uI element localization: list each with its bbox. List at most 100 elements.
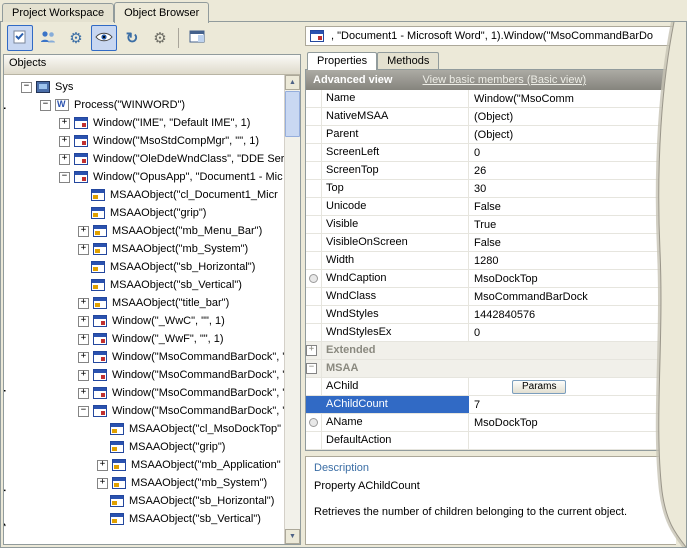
collapse-box-icon[interactable]: − [59,172,70,183]
watch-object-button[interactable] [91,25,117,51]
property-value[interactable]: MsoDockTop [469,414,675,431]
property-value[interactable]: 1280 [469,252,675,269]
collapse-box-icon[interactable]: − [21,82,32,93]
property-value[interactable]: Window("MsoComm [469,90,675,107]
object-path-field[interactable]: , "Document1 - Microsoft Word", 1).Windo… [305,26,676,46]
property-row[interactable]: DefaultAction [306,432,675,450]
property-value[interactable]: MsoCommandBarDock [469,288,675,305]
property-value[interactable]: 7 [469,396,675,413]
scrollbar-thumb[interactable] [285,91,300,137]
tree-scrollbar[interactable]: ▲ ▼ [284,75,300,544]
tree-item[interactable]: +MSAAObject("mb_Application" [19,456,285,474]
property-row[interactable]: ScreenTop26 [306,162,675,180]
tree-item[interactable]: +Window("MsoStdCompMgr", "", 1) [19,132,285,150]
tree-item[interactable]: +Window("_WwF", "", 1) [19,330,285,348]
property-row[interactable]: WndCaptionMsoDockTop [306,270,675,288]
property-value[interactable]: 0 [469,324,675,341]
refresh-button[interactable]: ↻ [119,25,145,51]
expand-box-icon[interactable]: + [78,244,89,255]
tree-item[interactable]: −Window("MsoCommandBarDock", " [19,402,285,420]
params-button[interactable]: Params [512,380,566,394]
tab-methods[interactable]: Methods [377,52,439,69]
property-value[interactable]: (Object) [469,108,675,125]
tree-item[interactable]: +MSAAObject("mb_Menu_Bar") [19,222,285,240]
property-value[interactable]: (Object) [469,126,675,143]
property-value[interactable] [469,432,675,449]
tree-item[interactable]: +Window("MsoCommandBarDock", " [19,384,285,402]
tree-item[interactable]: +MSAAObject("mb_System") [19,474,285,492]
tree-item[interactable]: MSAAObject("sb_Vertical") [19,276,285,294]
tree-item[interactable]: −Sys [19,78,285,96]
property-row[interactable]: NameWindow("MsoComm [306,90,675,108]
collapse-box-icon[interactable]: − [78,406,89,417]
property-row[interactable]: WndClassMsoCommandBarDock [306,288,675,306]
scroll-down-button[interactable]: ▼ [285,529,300,544]
tree-item[interactable]: MSAAObject("grip") [19,204,285,222]
settings-button[interactable]: ⚙ [63,25,89,51]
property-row[interactable]: Top30 [306,180,675,198]
tree-item[interactable]: MSAAObject("sb_Vertical") [19,510,285,528]
property-value[interactable]: True [469,216,675,233]
property-value[interactable]: Params [469,378,675,395]
highlight-objects-button[interactable] [35,25,61,51]
tree-item[interactable]: +MSAAObject("title_bar") [19,294,285,312]
property-row[interactable]: Parent(Object) [306,126,675,144]
property-row[interactable]: NativeMSAA(Object) [306,108,675,126]
property-row[interactable]: VisibleOnScreenFalse [306,234,675,252]
tree-item[interactable]: MSAAObject("cl_MsoDockTop" [19,420,285,438]
scroll-up-button[interactable]: ▲ [285,75,300,90]
tree-item[interactable]: +Window("MsoCommandBarDock", " [19,366,285,384]
section-row-extended[interactable]: +Extended [306,342,675,360]
tree-item[interactable]: +Window("MsoCommandBarDock", " [19,348,285,366]
expand-box-icon[interactable]: + [78,226,89,237]
expand-box-icon[interactable]: + [59,118,70,129]
property-row[interactable]: ScreenLeft0 [306,144,675,162]
property-row[interactable]: WndStyles1442840576 [306,306,675,324]
section-row-msaa[interactable]: −MSAA [306,360,675,378]
tree-item[interactable]: MSAAObject("grip") [19,438,285,456]
tree-item[interactable]: MSAAObject("sb_Horizontal") [19,258,285,276]
tree-item[interactable]: +Window("_WwC", "", 1) [19,312,285,330]
expand-box-icon[interactable]: + [97,460,108,471]
expand-box-icon[interactable]: + [78,298,89,309]
property-row[interactable]: VisibleTrue [306,216,675,234]
expand-box-icon[interactable]: + [78,352,89,363]
tab-project-workspace[interactable]: Project Workspace [2,3,114,22]
property-value[interactable]: MsoDockTop [469,270,675,287]
tree-item[interactable]: −Window("OpusApp", "Document1 - Mic [19,168,285,186]
property-row[interactable]: AChildParams [306,378,675,396]
property-value[interactable]: False [469,198,675,215]
property-row[interactable]: UnicodeFalse [306,198,675,216]
property-value[interactable]: 1442840576 [469,306,675,323]
advanced-settings-button[interactable]: ⚙ [147,25,173,51]
property-value[interactable]: 30 [469,180,675,197]
property-value[interactable]: False [469,234,675,251]
tree-item[interactable]: MSAAObject("cl_Document1_Micr [19,186,285,204]
expand-box-icon[interactable]: + [78,370,89,381]
collapse-box-icon[interactable]: − [40,100,51,111]
collapse-section-icon[interactable]: − [306,363,317,374]
property-row[interactable]: ANameMsoDockTop [306,414,675,432]
property-value[interactable]: 26 [469,162,675,179]
tree-item[interactable]: MSAAObject("sb_Horizontal") [19,492,285,510]
expand-box-icon[interactable]: + [78,316,89,327]
tree-item[interactable]: +MSAAObject("mb_System") [19,240,285,258]
property-row[interactable]: AChildCount7 [306,396,675,414]
tree-item[interactable]: +Window("IME", "Default IME", 1) [19,114,285,132]
toggle-properties-panel-button[interactable] [184,25,210,51]
tree-item[interactable]: +Window("OleDdeWndClass", "DDE Ser [19,150,285,168]
expand-box-icon[interactable]: + [78,334,89,345]
filter-objects-button[interactable] [7,25,33,51]
expand-box-icon[interactable]: + [97,478,108,489]
basic-view-link[interactable]: View basic members (Basic view) [422,74,586,86]
tab-object-browser[interactable]: Object Browser [114,2,209,23]
expand-box-icon[interactable]: + [59,154,70,165]
expand-box-icon[interactable]: + [78,388,89,399]
tab-properties[interactable]: Properties [307,52,377,70]
property-row[interactable]: Width1280 [306,252,675,270]
property-value[interactable]: 0 [469,144,675,161]
tree-item[interactable]: −Process("WINWORD") [19,96,285,114]
expand-box-icon[interactable]: + [59,136,70,147]
property-row[interactable]: WndStylesEx0 [306,324,675,342]
expand-section-icon[interactable]: + [306,345,317,356]
